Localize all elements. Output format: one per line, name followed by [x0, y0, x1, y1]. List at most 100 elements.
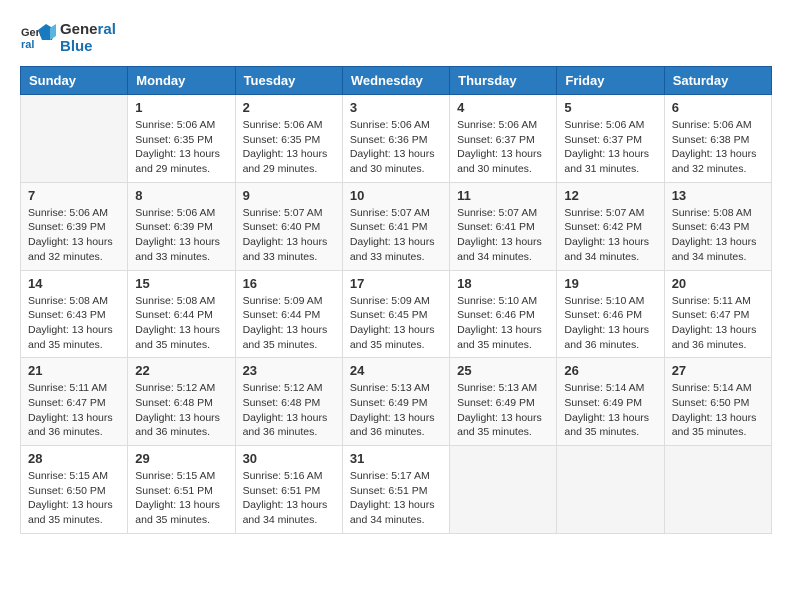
- calendar-cell: 30 Sunrise: 5:16 AM Sunset: 6:51 PM Dayli…: [235, 446, 342, 534]
- day-info: Sunrise: 5:08 AM Sunset: 6:43 PM Dayligh…: [672, 206, 764, 265]
- calendar-cell: 20 Sunrise: 5:11 AM Sunset: 6:47 PM Dayli…: [664, 270, 771, 358]
- page-header: Gene ral General Blue: [20, 20, 772, 56]
- calendar-cell: 16 Sunrise: 5:09 AM Sunset: 6:44 PM Dayli…: [235, 270, 342, 358]
- day-number: 28: [28, 451, 120, 466]
- day-info: Sunrise: 5:07 AM Sunset: 6:41 PM Dayligh…: [350, 206, 442, 265]
- day-number: 24: [350, 363, 442, 378]
- calendar-cell: [557, 446, 664, 534]
- calendar-cell: 21 Sunrise: 5:11 AM Sunset: 6:47 PM Dayli…: [21, 358, 128, 446]
- day-info: Sunrise: 5:11 AM Sunset: 6:47 PM Dayligh…: [28, 381, 120, 440]
- calendar-cell: 4 Sunrise: 5:06 AM Sunset: 6:37 PM Daylig…: [450, 95, 557, 183]
- day-number: 8: [135, 188, 227, 203]
- calendar-cell: 15 Sunrise: 5:08 AM Sunset: 6:44 PM Dayli…: [128, 270, 235, 358]
- calendar-cell: [450, 446, 557, 534]
- day-info: Sunrise: 5:08 AM Sunset: 6:43 PM Dayligh…: [28, 294, 120, 353]
- day-info: Sunrise: 5:07 AM Sunset: 6:40 PM Dayligh…: [243, 206, 335, 265]
- calendar-cell: 31Sunrise: 5:17 AM Sunset: 6:51 PM Dayli…: [342, 446, 449, 534]
- day-info: Sunrise: 5:16 AM Sunset: 6:51 PM Dayligh…: [243, 469, 335, 528]
- calendar-cell: 1Sunrise: 5:06 AM Sunset: 6:35 PM Daylig…: [128, 95, 235, 183]
- day-info: Sunrise: 5:06 AM Sunset: 6:36 PM Dayligh…: [350, 118, 442, 177]
- day-number: 7: [28, 188, 120, 203]
- calendar-week-5: 28Sunrise: 5:15 AM Sunset: 6:50 PM Dayli…: [21, 446, 772, 534]
- calendar-cell: 14 Sunrise: 5:08 AM Sunset: 6:43 PM Dayli…: [21, 270, 128, 358]
- day-number: 21: [28, 363, 120, 378]
- day-header-monday: Monday: [128, 67, 235, 95]
- calendar-cell: 13 Sunrise: 5:08 AM Sunset: 6:43 PM Dayli…: [664, 182, 771, 270]
- day-info: Sunrise: 5:07 AM Sunset: 6:41 PM Dayligh…: [457, 206, 549, 265]
- calendar-cell: 19 Sunrise: 5:10 AM Sunset: 6:46 PM Dayli…: [557, 270, 664, 358]
- logo-text-general: General: [60, 21, 116, 38]
- calendar-cell: [21, 95, 128, 183]
- day-number: 29: [135, 451, 227, 466]
- day-header-wednesday: Wednesday: [342, 67, 449, 95]
- calendar-cell: 26Sunrise: 5:14 AM Sunset: 6:49 PM Dayli…: [557, 358, 664, 446]
- day-number: 25: [457, 363, 549, 378]
- calendar-cell: 2 Sunrise: 5:06 AM Sunset: 6:35 PM Daylig…: [235, 95, 342, 183]
- day-info: Sunrise: 5:08 AM Sunset: 6:44 PM Dayligh…: [135, 294, 227, 353]
- day-header-thursday: Thursday: [450, 67, 557, 95]
- day-number: 22: [135, 363, 227, 378]
- day-header-tuesday: Tuesday: [235, 67, 342, 95]
- calendar-cell: 27Sunrise: 5:14 AM Sunset: 6:50 PM Dayli…: [664, 358, 771, 446]
- day-number: 11: [457, 188, 549, 203]
- day-info: Sunrise: 5:11 AM Sunset: 6:47 PM Dayligh…: [672, 294, 764, 353]
- day-info: Sunrise: 5:14 AM Sunset: 6:50 PM Dayligh…: [672, 381, 764, 440]
- day-number: 16: [243, 276, 335, 291]
- day-info: Sunrise: 5:06 AM Sunset: 6:35 PM Dayligh…: [243, 118, 335, 177]
- calendar-cell: 3Sunrise: 5:06 AM Sunset: 6:36 PM Daylig…: [342, 95, 449, 183]
- calendar-cell: 24 Sunrise: 5:13 AM Sunset: 6:49 PM Dayli…: [342, 358, 449, 446]
- day-number: 10: [350, 188, 442, 203]
- calendar-week-3: 14 Sunrise: 5:08 AM Sunset: 6:43 PM Dayli…: [21, 270, 772, 358]
- day-info: Sunrise: 5:06 AM Sunset: 6:37 PM Dayligh…: [457, 118, 549, 177]
- calendar-cell: 10 Sunrise: 5:07 AM Sunset: 6:41 PM Dayli…: [342, 182, 449, 270]
- day-info: Sunrise: 5:17 AM Sunset: 6:51 PM Dayligh…: [350, 469, 442, 528]
- day-number: 4: [457, 100, 549, 115]
- calendar-cell: 29 Sunrise: 5:15 AM Sunset: 6:51 PM Dayli…: [128, 446, 235, 534]
- logo: Gene ral General Blue: [20, 20, 116, 56]
- calendar-week-1: 1Sunrise: 5:06 AM Sunset: 6:35 PM Daylig…: [21, 95, 772, 183]
- day-number: 15: [135, 276, 227, 291]
- day-info: Sunrise: 5:09 AM Sunset: 6:45 PM Dayligh…: [350, 294, 442, 353]
- day-info: Sunrise: 5:09 AM Sunset: 6:44 PM Dayligh…: [243, 294, 335, 353]
- day-number: 14: [28, 276, 120, 291]
- calendar-week-2: 7 Sunrise: 5:06 AM Sunset: 6:39 PM Daylig…: [21, 182, 772, 270]
- day-info: Sunrise: 5:06 AM Sunset: 6:38 PM Dayligh…: [672, 118, 764, 177]
- day-number: 2: [243, 100, 335, 115]
- logo-svg: Gene ral: [20, 20, 56, 56]
- calendar-cell: 11 Sunrise: 5:07 AM Sunset: 6:41 PM Dayli…: [450, 182, 557, 270]
- day-number: 19: [564, 276, 656, 291]
- day-info: Sunrise: 5:13 AM Sunset: 6:49 PM Dayligh…: [350, 381, 442, 440]
- day-info: Sunrise: 5:06 AM Sunset: 6:37 PM Dayligh…: [564, 118, 656, 177]
- calendar-cell: 8 Sunrise: 5:06 AM Sunset: 6:39 PM Daylig…: [128, 182, 235, 270]
- day-info: Sunrise: 5:06 AM Sunset: 6:35 PM Dayligh…: [135, 118, 227, 177]
- calendar-header-row: SundayMondayTuesdayWednesdayThursdayFrid…: [21, 67, 772, 95]
- calendar-cell: 9 Sunrise: 5:07 AM Sunset: 6:40 PM Daylig…: [235, 182, 342, 270]
- svg-text:ral: ral: [21, 39, 34, 51]
- calendar-cell: 12 Sunrise: 5:07 AM Sunset: 6:42 PM Dayli…: [557, 182, 664, 270]
- day-info: Sunrise: 5:14 AM Sunset: 6:49 PM Dayligh…: [564, 381, 656, 440]
- day-number: 9: [243, 188, 335, 203]
- calendar-cell: 28Sunrise: 5:15 AM Sunset: 6:50 PM Dayli…: [21, 446, 128, 534]
- day-number: 12: [564, 188, 656, 203]
- calendar-cell: [664, 446, 771, 534]
- day-info: Sunrise: 5:06 AM Sunset: 6:39 PM Dayligh…: [135, 206, 227, 265]
- calendar-cell: 6 Sunrise: 5:06 AM Sunset: 6:38 PM Daylig…: [664, 95, 771, 183]
- day-number: 5: [564, 100, 656, 115]
- calendar-week-4: 21 Sunrise: 5:11 AM Sunset: 6:47 PM Dayli…: [21, 358, 772, 446]
- calendar-table: SundayMondayTuesdayWednesdayThursdayFrid…: [20, 66, 772, 534]
- day-info: Sunrise: 5:07 AM Sunset: 6:42 PM Dayligh…: [564, 206, 656, 265]
- day-info: Sunrise: 5:06 AM Sunset: 6:39 PM Dayligh…: [28, 206, 120, 265]
- day-info: Sunrise: 5:10 AM Sunset: 6:46 PM Dayligh…: [564, 294, 656, 353]
- calendar-cell: 22 Sunrise: 5:12 AM Sunset: 6:48 PM Dayli…: [128, 358, 235, 446]
- calendar-cell: 25Sunrise: 5:13 AM Sunset: 6:49 PM Dayli…: [450, 358, 557, 446]
- day-number: 6: [672, 100, 764, 115]
- day-info: Sunrise: 5:15 AM Sunset: 6:51 PM Dayligh…: [135, 469, 227, 528]
- calendar-cell: 23Sunrise: 5:12 AM Sunset: 6:48 PM Dayli…: [235, 358, 342, 446]
- logo-text-blue: Blue: [60, 38, 116, 55]
- day-info: Sunrise: 5:12 AM Sunset: 6:48 PM Dayligh…: [243, 381, 335, 440]
- day-info: Sunrise: 5:12 AM Sunset: 6:48 PM Dayligh…: [135, 381, 227, 440]
- day-number: 13: [672, 188, 764, 203]
- day-number: 30: [243, 451, 335, 466]
- day-header-saturday: Saturday: [664, 67, 771, 95]
- day-number: 20: [672, 276, 764, 291]
